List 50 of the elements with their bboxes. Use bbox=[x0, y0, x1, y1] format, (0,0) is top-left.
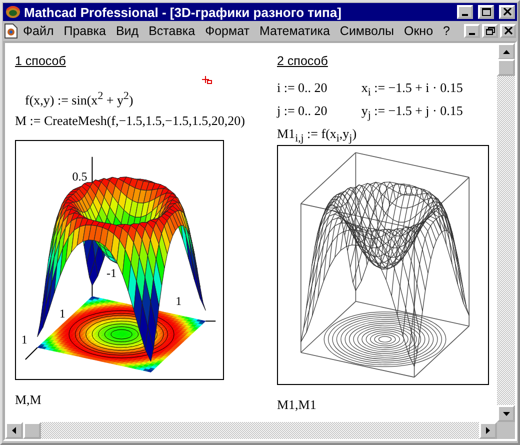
scroll-down-button[interactable] bbox=[497, 405, 515, 422]
axis-tick-label: 1 bbox=[59, 306, 66, 320]
scroll-up-button[interactable] bbox=[497, 43, 515, 60]
scrollbar-corner bbox=[497, 422, 515, 439]
maximize-icon bbox=[482, 8, 490, 16]
down-arrow-icon bbox=[502, 412, 510, 416]
up-arrow-icon bbox=[502, 50, 510, 54]
right-arrow-icon bbox=[486, 427, 490, 434]
axis-tick-label: 1 bbox=[21, 332, 28, 346]
window-title: Mathcad Professional - [3D-графики разного типа] bbox=[24, 4, 342, 20]
math-expression: M1$_{i,j}$ := f(x$_{i}$,y$_{j}$) bbox=[277, 126, 357, 147]
menu-item[interactable]: Вид bbox=[110, 24, 144, 38]
scroll-left-button[interactable] bbox=[5, 422, 23, 439]
maximize-button[interactable] bbox=[478, 5, 494, 19]
document-icon[interactable] bbox=[4, 23, 18, 39]
restore-icon bbox=[486, 27, 494, 35]
math-expression: j := 0.. 20 bbox=[277, 103, 328, 120]
close-button[interactable] bbox=[499, 5, 515, 19]
math-expression: i := 0.. 20 bbox=[277, 80, 328, 97]
close-button[interactable] bbox=[500, 24, 516, 38]
math-expression: f(x,y) := sin(x$^{2}$ + y$^{2}$) bbox=[25, 90, 134, 110]
menu-item[interactable]: Вставка bbox=[144, 24, 200, 38]
math-expression: x$_{i}$ := −1.5 + i · 0.15 bbox=[361, 80, 463, 101]
crosshair-icon bbox=[202, 76, 212, 85]
left-arrow-icon bbox=[12, 427, 16, 434]
app-logo-icon bbox=[5, 4, 21, 20]
section-heading: 1 способ bbox=[15, 54, 66, 68]
restore-button[interactable] bbox=[482, 24, 498, 38]
menu-item[interactable]: Символы bbox=[334, 24, 399, 38]
minimize-button[interactable] bbox=[464, 24, 480, 38]
math-expression: M := CreateMesh(f,−1.5,1.5,−1.5,1.5,20,20) bbox=[15, 113, 245, 130]
scroll-right-button[interactable] bbox=[479, 422, 497, 439]
plot-caption: M,M bbox=[15, 392, 42, 408]
scroll-thumb[interactable] bbox=[497, 59, 515, 76]
menu-item[interactable]: Математика bbox=[254, 24, 335, 38]
axis-tick-label: -1 bbox=[106, 266, 116, 280]
minimize-button[interactable] bbox=[457, 5, 473, 19]
close-icon bbox=[504, 27, 512, 35]
close-icon bbox=[502, 8, 512, 16]
menu-item[interactable]: Файл bbox=[18, 24, 59, 38]
plot-caption: M1,M1 bbox=[277, 397, 316, 413]
axis-tick-label: 1 bbox=[176, 294, 182, 308]
scroll-thumb[interactable] bbox=[23, 422, 41, 439]
math-expression: y$_{j}$ := −1.5 + j · 0.15 bbox=[361, 103, 463, 124]
menu-item[interactable]: Правка bbox=[58, 24, 111, 38]
axis-tick-label: 0.5 bbox=[72, 170, 88, 184]
menu-item[interactable]: Формат bbox=[200, 24, 254, 38]
section-heading: 2 способ bbox=[277, 54, 328, 68]
menu-item[interactable]: ? bbox=[438, 24, 455, 38]
menu-item[interactable]: Окно bbox=[398, 24, 438, 38]
